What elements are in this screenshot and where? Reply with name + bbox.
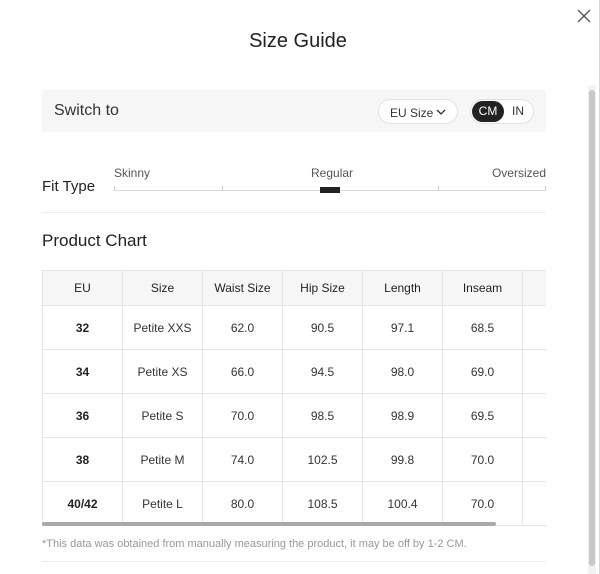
cell-more xyxy=(522,305,546,350)
chevron-down-icon xyxy=(436,109,446,115)
column-header-inseam: Inseam xyxy=(442,270,523,306)
fit-type-label: Fit Type xyxy=(42,178,96,195)
cell-eu: 36 xyxy=(42,393,123,438)
cell-eu: 38 xyxy=(42,437,123,482)
bottom-divider xyxy=(42,561,546,562)
cell-length: 98.0 xyxy=(362,349,443,394)
cell-waist: 66.0 xyxy=(202,349,283,394)
size-table: EU Size Waist Size Hip Size Length Insea… xyxy=(42,270,546,526)
cell-waist: 74.0 xyxy=(202,437,283,482)
cell-eu: 40/42 xyxy=(42,481,123,526)
fit-scale-tick xyxy=(222,186,223,191)
cell-more xyxy=(522,393,546,438)
table-row: 34 Petite XS 66.0 94.5 98.0 69.0 xyxy=(42,349,546,394)
fit-option-oversized: Oversized xyxy=(491,166,546,180)
cell-waist: 62.0 xyxy=(202,305,283,350)
cell-size: Petite XXS xyxy=(122,305,203,350)
cell-hip: 98.5 xyxy=(282,393,363,438)
scrollbar-thumb[interactable] xyxy=(589,90,595,566)
size-system-value: EU Size xyxy=(390,106,434,120)
cell-waist: 80.0 xyxy=(202,481,283,526)
measurement-note: *This data was obtained from manually me… xyxy=(42,538,467,550)
page-title: Size Guide xyxy=(249,30,347,52)
fit-option-regular: Regular xyxy=(311,166,354,180)
cell-hip: 102.5 xyxy=(282,437,363,482)
fit-scale-tick xyxy=(114,186,115,191)
cell-eu: 34 xyxy=(42,349,123,394)
cell-length: 99.8 xyxy=(362,437,443,482)
fit-scale-tick xyxy=(438,186,439,191)
cell-size: Petite XS xyxy=(122,349,203,394)
cell-more xyxy=(522,437,546,482)
fit-scale-tick xyxy=(545,186,546,191)
column-header-more xyxy=(522,270,546,306)
fit-type-scale: Skinny Regular Oversized xyxy=(114,166,546,196)
cell-inseam: 69.0 xyxy=(442,349,523,394)
cell-waist: 70.0 xyxy=(202,393,283,438)
fit-selected-marker xyxy=(320,187,340,193)
unit-option-cm[interactable]: CM xyxy=(472,101,504,122)
cell-hip: 94.5 xyxy=(282,349,363,394)
cell-length: 100.4 xyxy=(362,481,443,526)
unit-toggle: CM IN xyxy=(470,99,534,124)
size-guide-modal: Size Guide Switch to EU Size CM IN Fit T… xyxy=(0,0,600,574)
cell-hip: 108.5 xyxy=(282,481,363,526)
product-chart-title: Product Chart xyxy=(42,231,147,250)
close-button[interactable] xyxy=(574,6,594,26)
unit-option-in[interactable]: IN xyxy=(505,101,531,122)
switch-label: Switch to xyxy=(54,102,119,119)
cell-hip: 90.5 xyxy=(282,305,363,350)
cell-size: Petite S xyxy=(122,393,203,438)
section-divider xyxy=(42,212,546,213)
column-header-length: Length xyxy=(362,270,443,306)
cell-more xyxy=(522,481,546,526)
cell-inseam: 69.5 xyxy=(442,393,523,438)
column-header-waist: Waist Size xyxy=(202,270,283,306)
table-row: 32 Petite XXS 62.0 90.5 97.1 68.5 xyxy=(42,305,546,350)
horizontal-scrollbar-thumb[interactable] xyxy=(42,522,496,526)
cell-size: Petite L xyxy=(122,481,203,526)
cell-more xyxy=(522,349,546,394)
cell-size: Petite M xyxy=(122,437,203,482)
cell-inseam: 68.5 xyxy=(442,305,523,350)
cell-inseam: 70.0 xyxy=(442,481,523,526)
size-table-scroll-area[interactable]: EU Size Waist Size Hip Size Length Insea… xyxy=(42,270,546,526)
size-system-dropdown[interactable]: EU Size xyxy=(378,99,458,124)
cell-length: 98.9 xyxy=(362,393,443,438)
column-header-eu: EU xyxy=(42,270,123,306)
close-icon xyxy=(577,9,591,23)
table-row: 38 Petite M 74.0 102.5 99.8 70.0 xyxy=(42,437,546,482)
column-header-size: Size xyxy=(122,270,203,306)
table-header-row: EU Size Waist Size Hip Size Length Insea… xyxy=(42,270,546,306)
unit-switch-bar: Switch to EU Size CM IN xyxy=(42,90,546,132)
fit-option-skinny: Skinny xyxy=(114,166,151,180)
cell-eu: 32 xyxy=(42,305,123,350)
cell-inseam: 70.0 xyxy=(442,437,523,482)
cell-length: 97.1 xyxy=(362,305,443,350)
table-row: 40/42 Petite L 80.0 108.5 100.4 70.0 xyxy=(42,481,546,526)
column-header-hip: Hip Size xyxy=(282,270,363,306)
table-row: 36 Petite S 70.0 98.5 98.9 69.5 xyxy=(42,393,546,438)
vertical-scrollbar[interactable] xyxy=(588,86,596,574)
